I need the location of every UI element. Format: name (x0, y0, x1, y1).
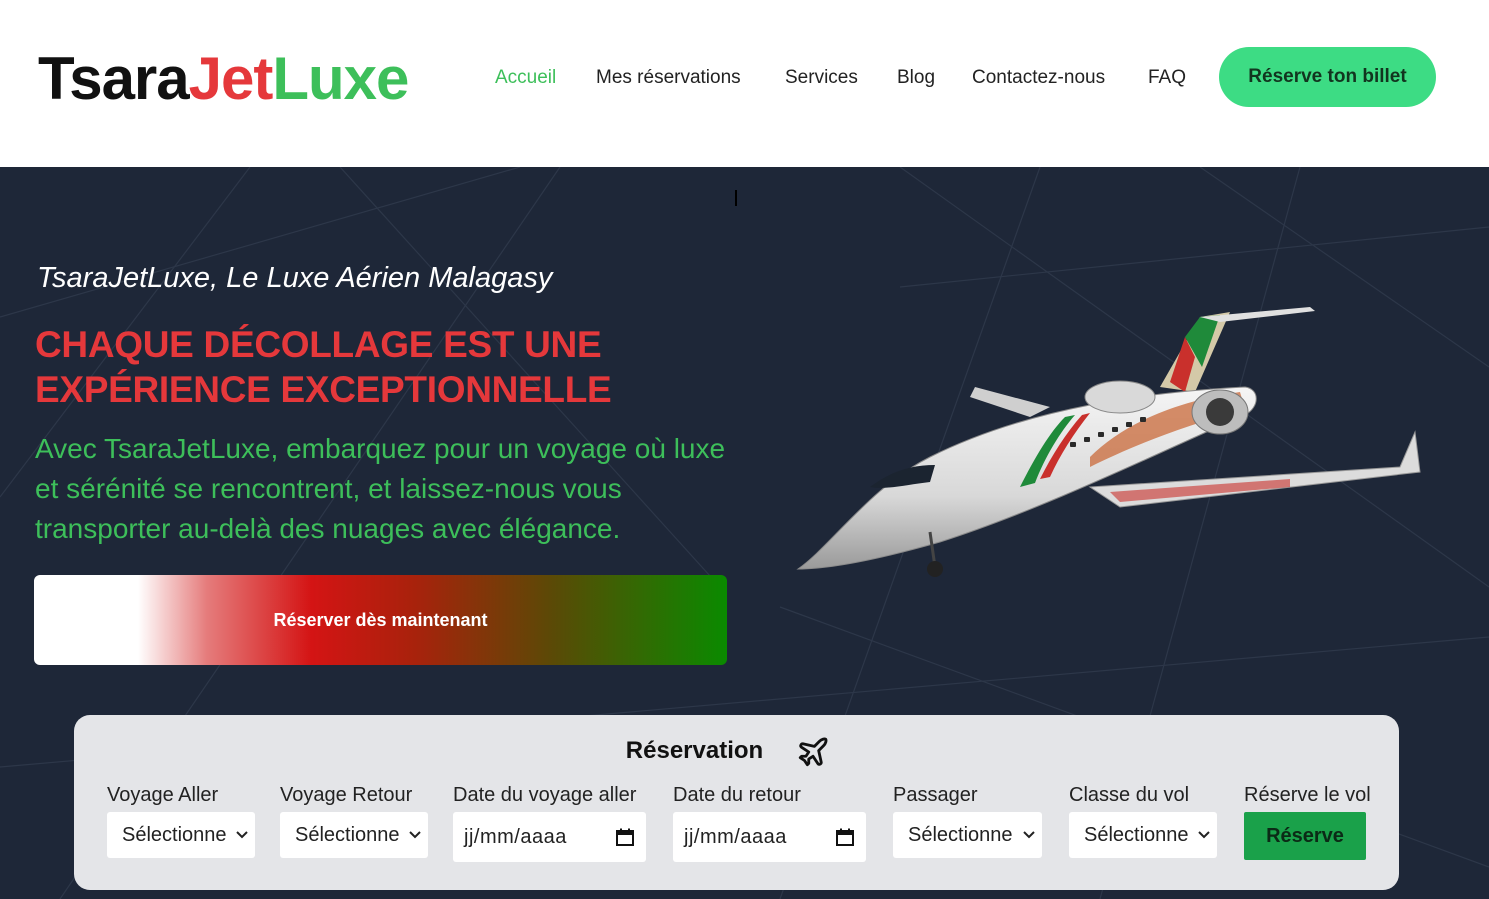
reservation-panel: Réservation Voyage Aller Sélectionne Voy… (74, 715, 1399, 890)
hero-headline: CHAQUE DÉCOLLAGE EST UNE EXPÉRIENCE EXCE… (35, 324, 612, 410)
field-date-retour: Date du retour jj/mm/aaaa (673, 782, 866, 862)
voyage-retour-label: Voyage Retour (280, 784, 413, 806)
site-header: TsaraJetLuxe Accueil Mes réservations Se… (0, 0, 1489, 167)
voyage-aller-value: Sélectionne (122, 824, 227, 846)
field-reserve-vol: Réserve le vol Réserve (1244, 782, 1374, 860)
classe-vol-label: Classe du vol (1069, 784, 1190, 806)
private-jet-image (796, 307, 1421, 577)
brand-logo[interactable]: TsaraJetLuxe (38, 44, 409, 114)
book-now-button[interactable]: Réserver dès maintenant (34, 575, 727, 665)
calendar-icon[interactable] (836, 828, 854, 846)
brand-logo-part-2: Jet (188, 45, 274, 112)
nav-link-contactez-nous[interactable]: Contactez-nous (972, 64, 1105, 92)
passager-value: Sélectionne (908, 824, 1013, 846)
field-date-aller: Date du voyage aller jj/mm/aaaa (453, 782, 646, 862)
passager-select[interactable]: Sélectionne (893, 812, 1042, 858)
nav-link-accueil[interactable]: Accueil (495, 64, 556, 92)
airplane-icon (798, 737, 828, 767)
classe-vol-select[interactable]: Sélectionne (1069, 812, 1217, 858)
field-voyage-retour: Voyage Retour Sélectionne (280, 782, 428, 858)
book-now-label: Réserver dès maintenant (273, 609, 488, 630)
nav-link-mes-reservations[interactable]: Mes réservations (596, 64, 741, 92)
nav-link-faq[interactable]: FAQ (1148, 64, 1186, 92)
hero-tagline: TsaraJetLuxe, Le Luxe Aérien Malagasy (37, 262, 553, 294)
voyage-retour-value: Sélectionne (295, 824, 400, 846)
passager-label: Passager (893, 784, 978, 806)
book-ticket-button[interactable]: Réserve ton billet (1219, 47, 1436, 107)
chevron-down-icon (1023, 831, 1035, 839)
date-aller-label: Date du voyage aller (453, 784, 637, 806)
voyage-aller-label: Voyage Aller (107, 784, 219, 806)
text-cursor (735, 190, 737, 206)
date-retour-label: Date du retour (673, 784, 801, 806)
chevron-down-icon (236, 831, 248, 839)
reservation-title: Réservation (625, 737, 764, 764)
field-classe-vol: Classe du vol Sélectionne (1069, 782, 1217, 858)
field-voyage-aller: Voyage Aller Sélectionne (107, 782, 255, 858)
nav-link-blog[interactable]: Blog (897, 64, 935, 92)
voyage-aller-select[interactable]: Sélectionne (107, 812, 255, 858)
brand-logo-part-1: Tsara (38, 45, 190, 112)
field-passager: Passager Sélectionne (893, 782, 1042, 858)
hero-lead-text: Avec TsaraJetLuxe, embarquez pour un voy… (35, 433, 726, 544)
date-retour-input[interactable]: jj/mm/aaaa (673, 812, 866, 862)
nav-link-services[interactable]: Services (785, 64, 858, 92)
reserve-vol-label: Réserve le vol (1244, 784, 1371, 806)
reservation-title-row: Réservation (74, 737, 1399, 765)
reserve-submit-button[interactable]: Réserve (1244, 812, 1366, 860)
voyage-retour-select[interactable]: Sélectionne (280, 812, 428, 858)
calendar-icon[interactable] (616, 828, 634, 846)
date-retour-placeholder: jj/mm/aaaa (684, 826, 787, 848)
chevron-down-icon (409, 831, 421, 839)
classe-vol-value: Sélectionne (1084, 824, 1189, 846)
brand-logo-part-3: Luxe (272, 45, 409, 112)
chevron-down-icon (1198, 831, 1210, 839)
date-aller-placeholder: jj/mm/aaaa (464, 826, 567, 848)
hero-section: TsaraJetLuxe, Le Luxe Aérien Malagasy CH… (0, 167, 1489, 899)
date-aller-input[interactable]: jj/mm/aaaa (453, 812, 646, 862)
